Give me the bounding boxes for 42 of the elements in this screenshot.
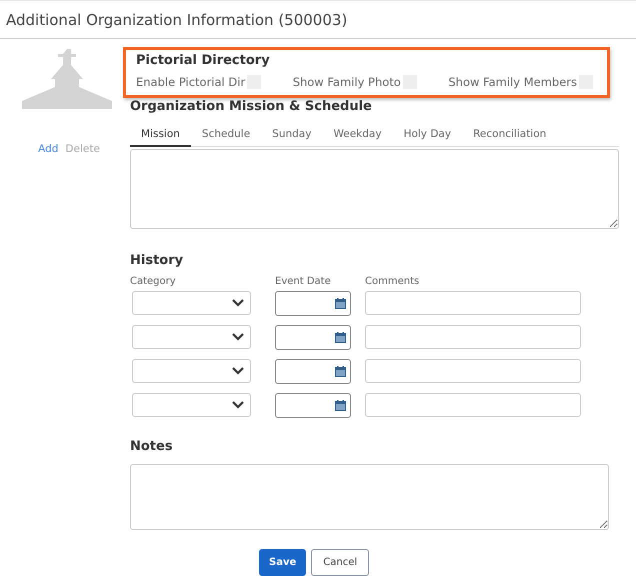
column-label: Event Date bbox=[275, 276, 332, 287]
calendar-icon bbox=[335, 366, 346, 377]
save-button[interactable]: Save bbox=[259, 549, 306, 576]
event-date-field[interactable] bbox=[275, 393, 351, 418]
category-select[interactable] bbox=[132, 393, 251, 417]
event-date-field[interactable] bbox=[275, 325, 351, 350]
checkbox-label: Show Family Members bbox=[448, 75, 577, 89]
calendar-icon bbox=[335, 298, 346, 309]
calendar-icon bbox=[335, 400, 346, 411]
tab[interactable]: Holy Day bbox=[392, 124, 462, 147]
category-select[interactable] bbox=[132, 325, 251, 349]
checkbox-label: Show Family Photo bbox=[292, 75, 401, 89]
comments-field[interactable] bbox=[365, 325, 581, 349]
chevron-down-icon bbox=[232, 333, 244, 341]
checkbox-label: Enable Pictorial Dir bbox=[136, 75, 246, 89]
column-label: Category bbox=[130, 276, 177, 287]
chevron-down-icon bbox=[232, 299, 244, 307]
chevron-down-icon bbox=[232, 401, 244, 409]
category-select[interactable] bbox=[132, 359, 251, 383]
notes-textarea[interactable] bbox=[130, 464, 609, 530]
tab[interactable]: Mission bbox=[130, 124, 191, 147]
event-date-field[interactable] bbox=[275, 291, 351, 316]
section-heading: Pictorial Directory bbox=[136, 53, 271, 68]
section-heading: Organization Mission & Schedule bbox=[130, 99, 373, 114]
category-select[interactable] bbox=[132, 291, 251, 315]
column-label: Comments bbox=[365, 276, 420, 287]
add-link[interactable]: Add bbox=[38, 143, 58, 155]
comments-field[interactable] bbox=[365, 393, 581, 417]
tab[interactable]: Schedule bbox=[190, 124, 262, 147]
section-heading: History bbox=[130, 253, 184, 268]
tab[interactable]: Sunday bbox=[261, 124, 322, 147]
tab[interactable]: Reconciliation bbox=[462, 124, 558, 147]
cancel-button[interactable]: Cancel bbox=[311, 549, 370, 576]
mission-textarea[interactable] bbox=[130, 149, 619, 229]
chevron-down-icon bbox=[232, 367, 244, 375]
comments-field[interactable] bbox=[365, 359, 581, 383]
calendar-icon bbox=[335, 332, 346, 343]
section-heading: Notes bbox=[130, 439, 174, 454]
comments-field[interactable] bbox=[365, 291, 581, 315]
tab[interactable]: Weekday bbox=[322, 124, 393, 147]
event-date-field[interactable] bbox=[275, 359, 351, 384]
window-title: Additional Organization Information (500003) bbox=[6, 10, 348, 28]
